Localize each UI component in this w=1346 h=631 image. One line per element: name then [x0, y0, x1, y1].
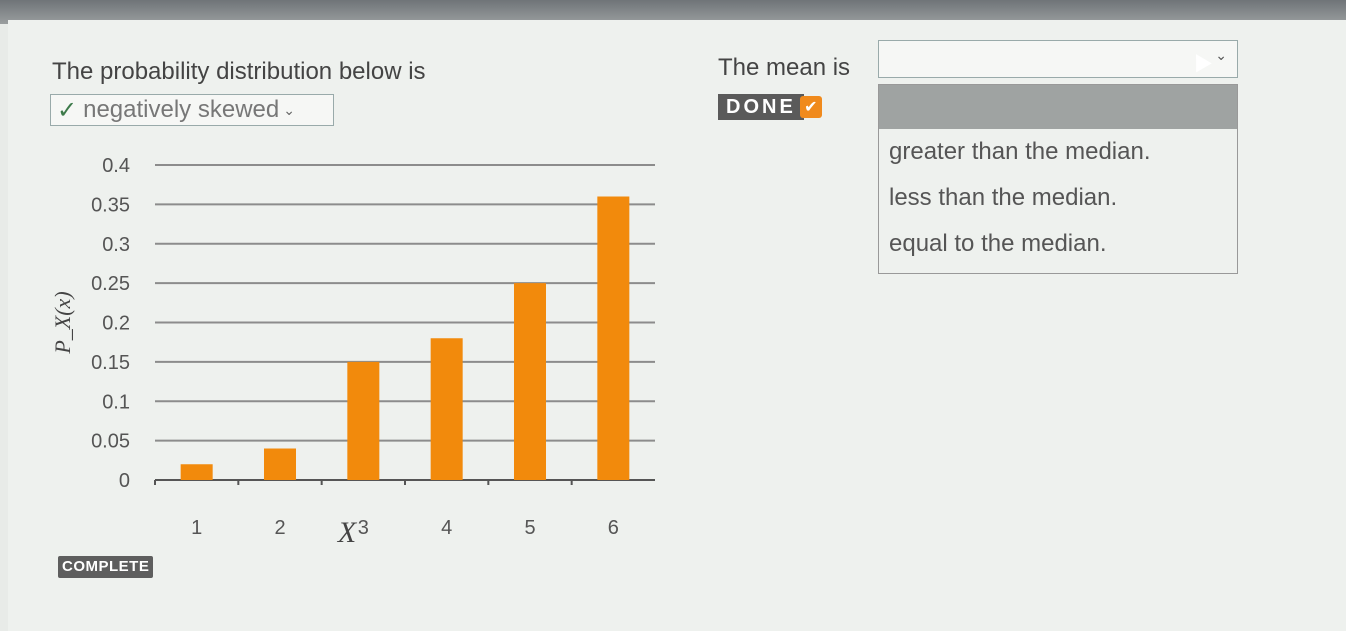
x-tick-label: 6	[608, 517, 619, 539]
chevron-down-icon: ⌄	[1215, 47, 1227, 63]
mean-options-list: greater than the median. less than the m…	[878, 84, 1238, 274]
y-tick-label: 0.15	[91, 352, 130, 374]
option-less-than-median[interactable]: less than the median.	[879, 175, 1237, 221]
check-icon: ✓	[57, 96, 78, 124]
bar-5	[514, 283, 546, 480]
checkmark-icon: ✔	[799, 96, 822, 118]
y-tick-label: 0	[119, 470, 130, 492]
probability-bar-chart: 0 0.05 0.1 0.15 0.2 0.25 0.3 0.35 0.4 1 2 3 4 5 6 X P_X(…	[50, 155, 655, 549]
bar-4	[430, 338, 463, 480]
x-tick-label: 5	[524, 517, 535, 539]
question1-text: The probability distribution below is	[52, 58, 426, 85]
y-axis-label: P_X(x)	[50, 291, 75, 354]
y-tick-label: 0.35	[91, 194, 130, 216]
y-tick-label: 0.3	[102, 234, 130, 256]
bar-2	[264, 448, 296, 480]
mean-dropdown[interactable]: ⌄	[878, 40, 1238, 78]
done-label: DONE	[718, 94, 804, 120]
mouse-cursor-icon	[1188, 49, 1212, 73]
skewness-selected-value: negatively skewed	[83, 96, 280, 123]
question2-text: The mean is	[718, 54, 851, 81]
skewness-dropdown[interactable]: ✓ negatively skewed ⌄	[50, 94, 334, 126]
x-axis-label: X	[337, 516, 358, 549]
y-tick-label: 0.25	[91, 273, 130, 295]
x-tick-label: 4	[441, 517, 452, 539]
bar-1	[180, 464, 213, 480]
bar-3	[347, 361, 380, 480]
dropdown-highlight-row[interactable]	[879, 85, 1237, 129]
y-tick-label: 0.4	[102, 155, 130, 177]
x-tick-label: 3	[358, 517, 369, 539]
y-tick-label: 0.05	[91, 431, 130, 453]
bar-6	[597, 196, 630, 480]
option-equal-to-median[interactable]: equal to the median.	[879, 221, 1237, 267]
chevron-down-icon: ⌄	[283, 101, 295, 118]
y-tick-label: 0.2	[102, 313, 130, 335]
done-badge: DONE ✔	[718, 94, 822, 120]
option-greater-than-median[interactable]: greater than the median.	[879, 129, 1237, 175]
x-tick-label: 2	[274, 517, 285, 539]
y-tick-label: 0.1	[102, 391, 130, 413]
complete-badge: COMPLETE	[58, 556, 154, 578]
x-tick-label: 1	[191, 517, 202, 539]
